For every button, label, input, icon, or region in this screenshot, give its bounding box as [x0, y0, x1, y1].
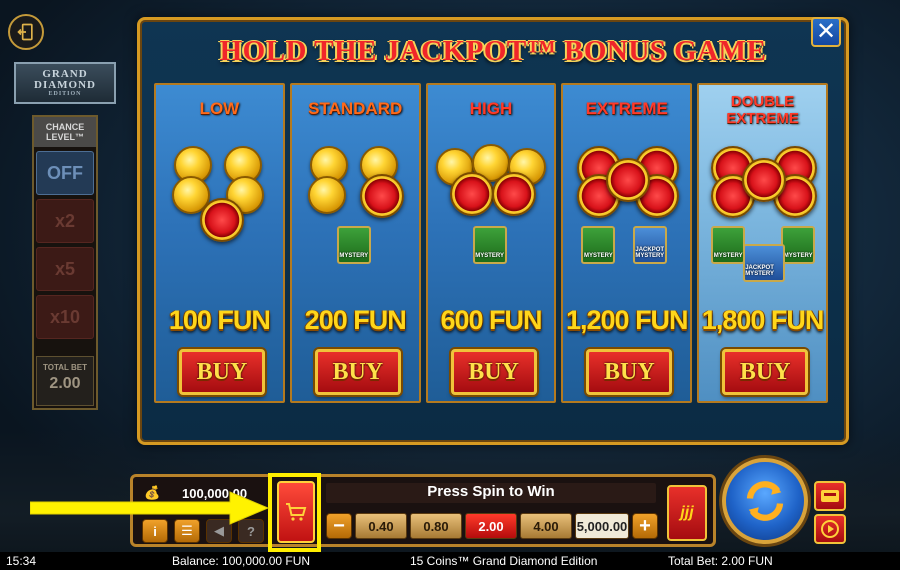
- gold-coin-icon: [307, 176, 346, 214]
- clock: 15:34: [6, 554, 37, 568]
- card-title: STANDARD: [308, 99, 403, 118]
- card-price: 1,800 FUN: [701, 305, 825, 335]
- ruby-coin-icon: [742, 158, 787, 202]
- bet-option[interactable]: 5,000.00: [575, 513, 629, 539]
- mystery-symbol-icon: MYSTERY: [711, 226, 746, 264]
- bet-option[interactable]: 0.80: [410, 513, 462, 539]
- bet-option-selected[interactable]: 2.00: [465, 513, 517, 539]
- buy-low-button[interactable]: BUY: [179, 349, 265, 395]
- chance-off-button[interactable]: OFF: [36, 151, 94, 195]
- status-balance: Balance: 100,000.00 FUN: [172, 554, 311, 568]
- bonus-options: LOW 100 FUN BUY STANDARD MYSTERY 200 FUN…: [154, 83, 828, 403]
- card-title: EXTREME: [585, 99, 668, 118]
- buy-double-extreme-button[interactable]: BUY: [722, 349, 809, 395]
- sidebar-total-bet: TOTAL BET 2.00: [36, 356, 94, 406]
- chance-level-panel: CHANCE LEVEL™ OFF x2 x5 x10 TOTAL BET 2.…: [32, 115, 98, 410]
- card-art: MYSTERY JACKPOT MYSTERY: [563, 140, 690, 310]
- logo-sub-text: EDITION: [48, 90, 82, 97]
- buy-standard-button[interactable]: BUY: [314, 349, 401, 395]
- card-price: 100 FUN: [168, 305, 271, 335]
- play-button[interactable]: [814, 514, 846, 544]
- card-art: MYSTERY: [428, 140, 555, 310]
- status-total-bet: Total Bet: 2.00 FUN: [668, 554, 773, 568]
- bet-option[interactable]: 4.00: [520, 513, 572, 539]
- autoplay-button[interactable]: [814, 481, 846, 511]
- mystery-symbol-icon: MYSTERY: [581, 226, 616, 264]
- bonus-card-standard: STANDARD MYSTERY 200 FUN BUY: [289, 83, 421, 403]
- card-title: HIGH: [469, 99, 513, 118]
- game-logo: GRAND DIAMOND EDITION: [14, 62, 116, 104]
- card-art: MYSTERY MYSTERY JACKPOT MYSTERY: [699, 140, 826, 310]
- bet-increase-button[interactable]: +: [632, 513, 658, 539]
- logo-main-text: DIAMOND: [34, 78, 96, 91]
- card-price: 600 FUN: [440, 305, 542, 335]
- turbo-button[interactable]: jjj: [667, 485, 707, 541]
- status-bar: 15:34 Balance: 100,000.00 FUN 15 Coins™ …: [0, 552, 900, 570]
- card-art: [156, 140, 283, 310]
- pointer-arrow-icon: [30, 491, 270, 525]
- bet-selector: − 0.40 0.80 2.00 4.00 5,000.00 +: [326, 512, 658, 540]
- buy-high-button[interactable]: BUY: [450, 349, 537, 395]
- chance-x2-button[interactable]: x2: [36, 199, 94, 243]
- bet-option[interactable]: 0.40: [355, 513, 407, 539]
- card-art: MYSTERY: [292, 140, 419, 310]
- jackpot-mystery-symbol-icon: JACKPOT MYSTERY: [743, 244, 786, 282]
- card-title-line-2: EXTREME: [726, 110, 799, 127]
- card-price: 200 FUN: [304, 305, 407, 335]
- mystery-symbol-icon: MYSTERY: [472, 226, 507, 264]
- total-bet-label: TOTAL BET: [43, 363, 87, 372]
- spin-button[interactable]: [722, 458, 808, 544]
- mystery-symbol-icon: MYSTERY: [336, 226, 371, 264]
- autoplay-icon: [821, 490, 839, 502]
- ruby-coin-icon: [359, 174, 404, 218]
- logo-top-text: GRAND: [42, 67, 88, 80]
- card-price: 1,200 FUN: [566, 305, 689, 335]
- chance-level-label: CHANCE LEVEL™: [34, 117, 96, 147]
- buy-extreme-button[interactable]: BUY: [586, 349, 673, 395]
- bonus-card-high: HIGH MYSTERY 600 FUN BUY: [425, 83, 557, 403]
- close-button[interactable]: ✕: [811, 17, 841, 47]
- mystery-symbol-icon: MYSTERY: [781, 226, 816, 264]
- ruby-coin-icon: [449, 172, 494, 216]
- bet-decrease-button[interactable]: −: [326, 513, 352, 539]
- bonus-card-double-extreme: DOUBLE EXTREME MYSTERY MYSTERY JACKPOT M…: [697, 83, 828, 403]
- exit-icon: [17, 23, 33, 41]
- spin-message: Press Spin to Win: [326, 483, 656, 503]
- bonus-card-extreme: EXTREME MYSTERY JACKPOT MYSTERY 1,200 FU…: [561, 83, 693, 403]
- bonus-card-low: LOW 100 FUN BUY: [154, 83, 285, 403]
- ruby-coin-icon: [491, 172, 536, 216]
- chance-x5-button[interactable]: x5: [36, 247, 94, 291]
- card-title: DOUBLE EXTREME: [699, 93, 826, 127]
- ruby-coin-icon: [200, 198, 244, 242]
- card-title-line-1: DOUBLE: [730, 93, 795, 110]
- total-bet-value: 2.00: [49, 375, 81, 392]
- modal-title: HOLD THE JACKPOT™ BONUS GAME: [219, 35, 767, 67]
- status-game-name: 15 Coins™ Grand Diamond Edition: [410, 554, 598, 568]
- exit-button[interactable]: [8, 14, 44, 50]
- chance-x10-button[interactable]: x10: [36, 295, 94, 339]
- play-icon: [821, 520, 839, 538]
- spin-icon: [746, 481, 784, 521]
- jackpot-mystery-symbol-icon: JACKPOT MYSTERY: [633, 226, 668, 264]
- card-title: LOW: [199, 99, 240, 118]
